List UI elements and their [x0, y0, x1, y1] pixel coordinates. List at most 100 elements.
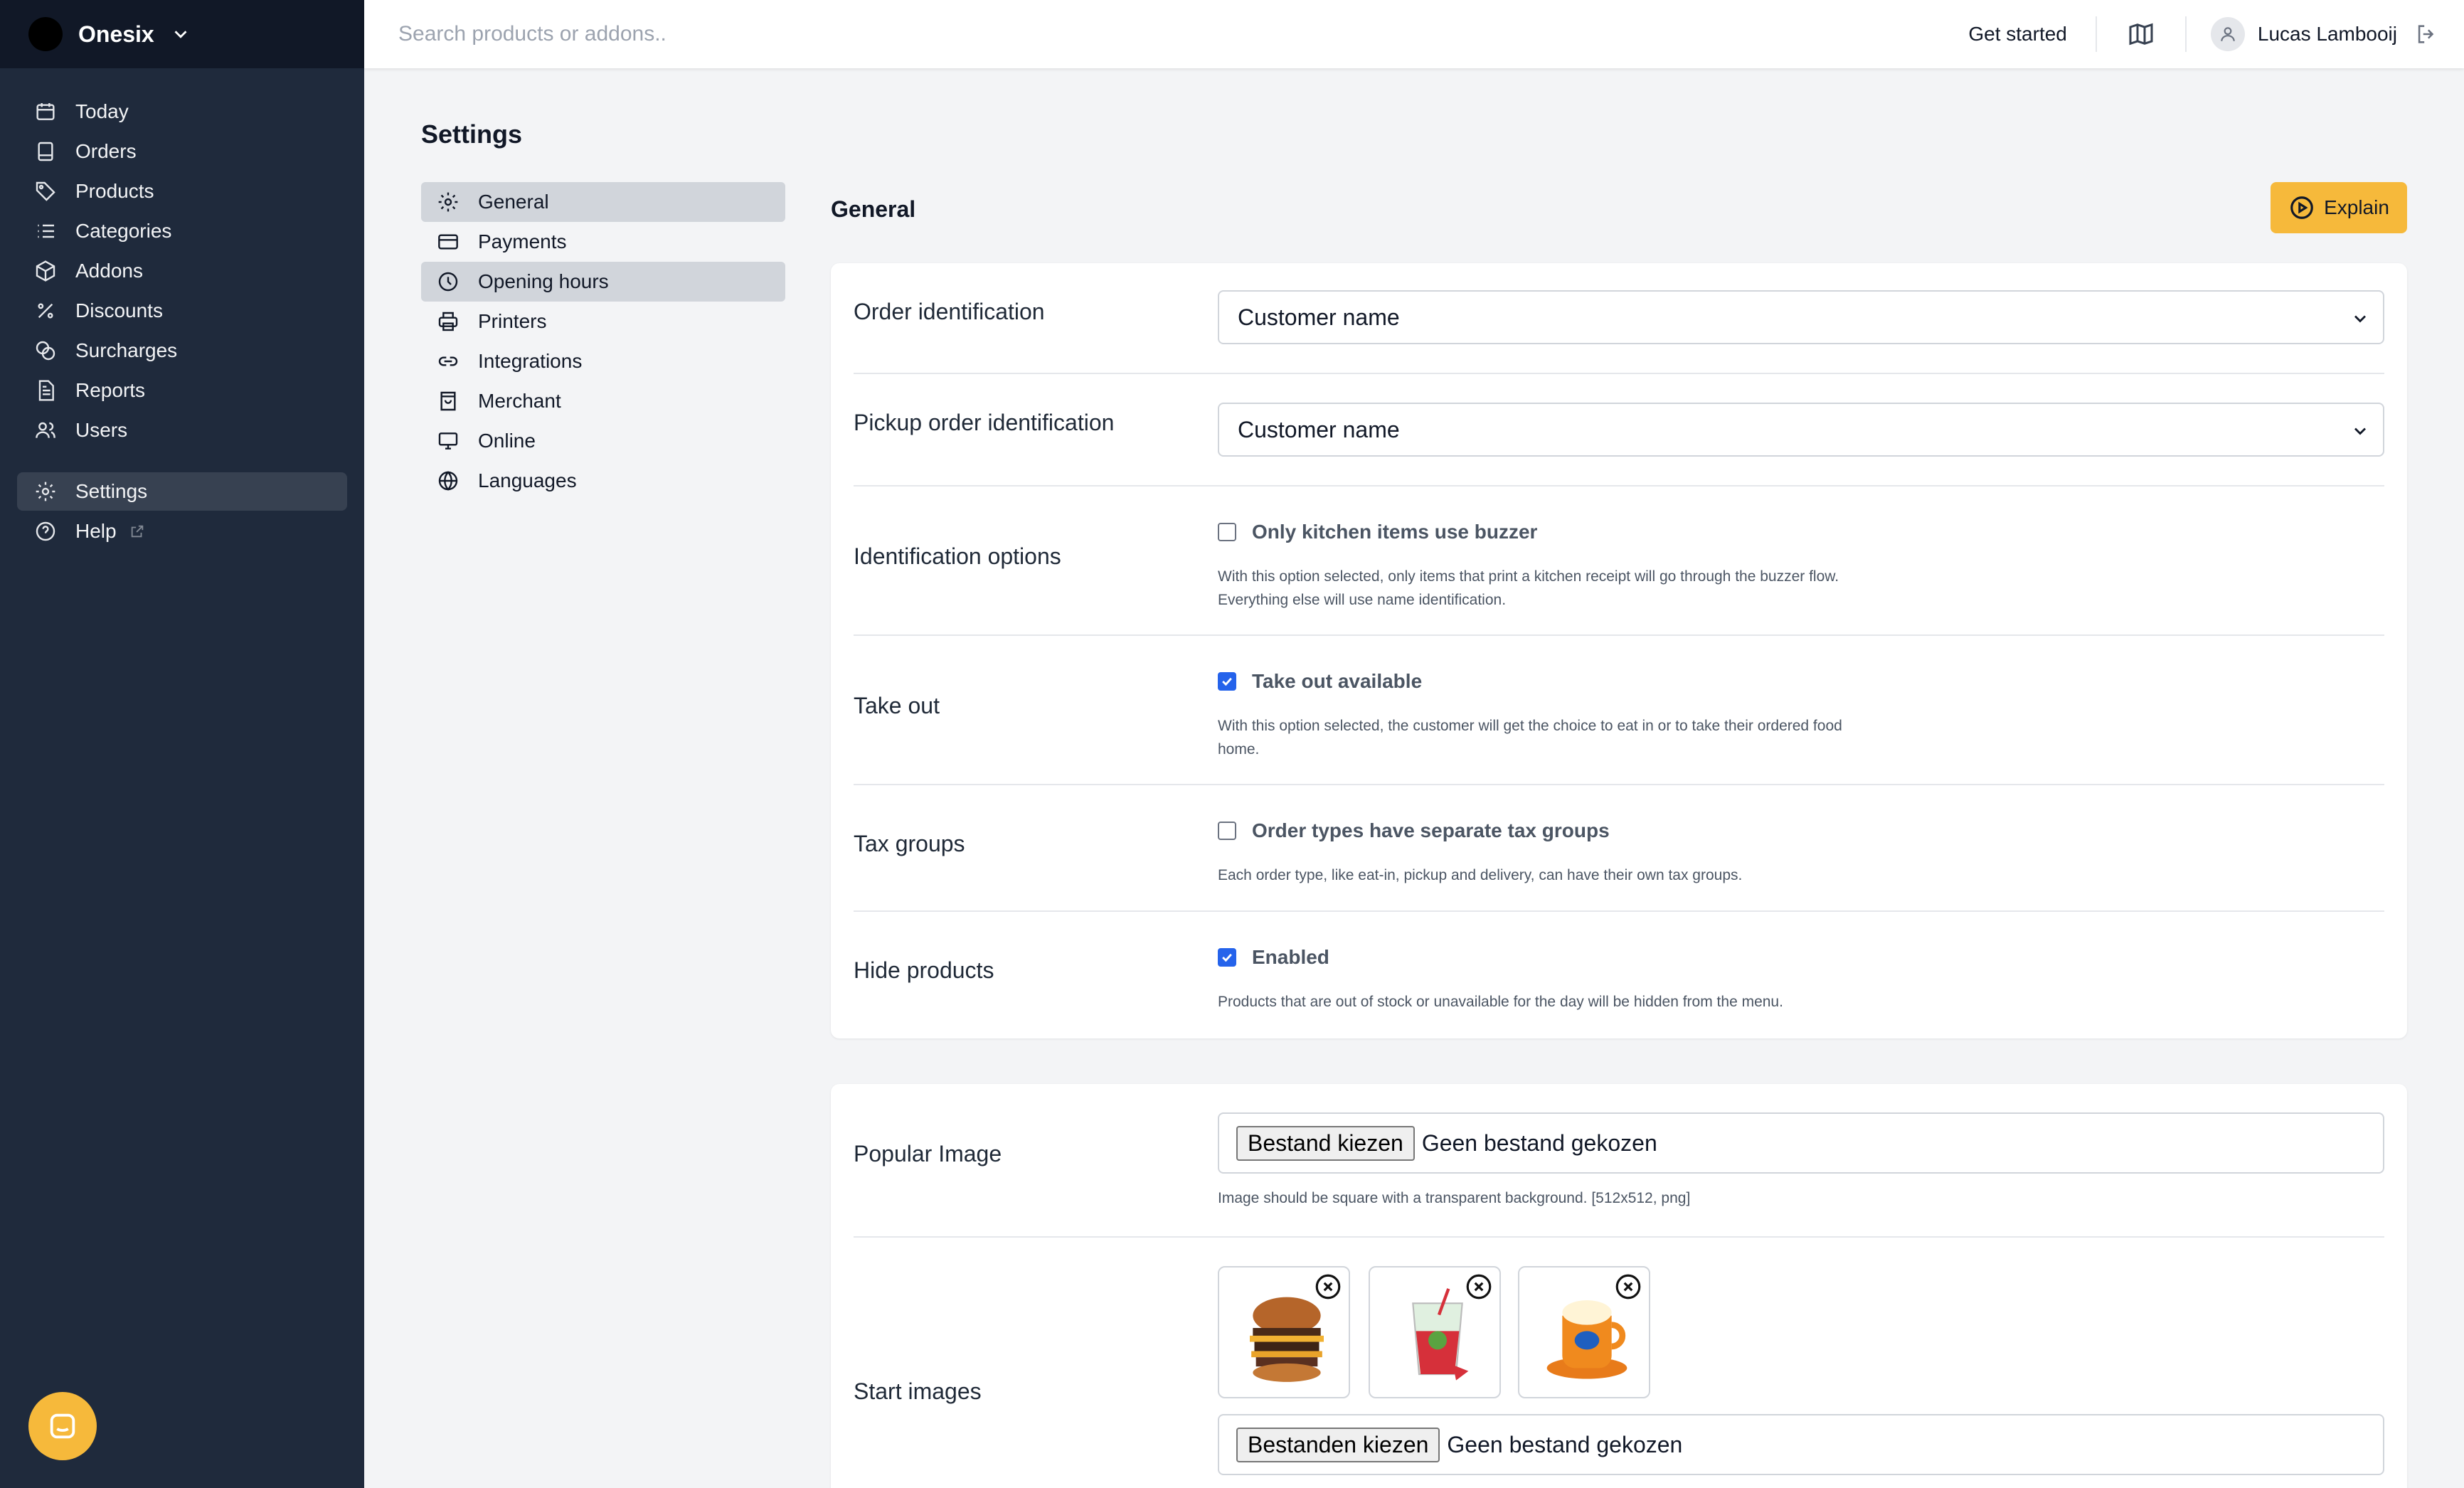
settings-subnav: General Payments Opening hours Printers …: [421, 182, 785, 501]
tab-opening-hours[interactable]: Opening hours: [421, 262, 785, 302]
take-out-checkbox[interactable]: [1218, 672, 1236, 691]
order-identification-row: Order identification Customer name: [854, 263, 2384, 374]
identification-options-row: Identification options Only kitchen item…: [854, 487, 2384, 636]
select-value: Customer name: [1238, 416, 1400, 442]
sidebar-item-label: Reports: [75, 379, 146, 401]
help-text: Each order type, like eat-in, pickup and…: [1218, 867, 1743, 883]
sidebar-item-users[interactable]: Users: [17, 411, 347, 450]
mug-image-thumbnail: [1518, 1266, 1650, 1398]
tab-languages[interactable]: Languages: [421, 461, 785, 501]
sidebar-item-label: Users: [75, 419, 128, 441]
subnav-item-label: Payments: [478, 230, 567, 253]
explain-button[interactable]: Explain: [2271, 182, 2407, 233]
identification-options-label: Identification options: [854, 543, 1061, 569]
tab-general[interactable]: General: [421, 182, 785, 222]
sidebar-item-discounts[interactable]: Discounts: [17, 292, 347, 330]
percent-icon: [38, 303, 53, 319]
popular-image-file-input[interactable]: Bestand kiezen Geen bestand gekozen: [1218, 1112, 2384, 1174]
subnav-item-label: Opening hours: [478, 270, 609, 292]
tab-integrations[interactable]: Integrations: [421, 341, 785, 381]
sidebar-item-label: Discounts: [75, 299, 163, 321]
sidebar-item-reports[interactable]: Reports: [17, 371, 347, 410]
remove-image-icon[interactable]: [1613, 1272, 1643, 1302]
tab-printers[interactable]: Printers: [421, 302, 785, 341]
images-settings-card: Popular Image Bestand kiezen Geen bestan…: [831, 1084, 2407, 1488]
chevron-down-icon: [2354, 427, 2366, 435]
sidebar-item-orders[interactable]: Orders: [17, 132, 347, 171]
hide-products-checkbox-row[interactable]: Enabled: [1218, 946, 1329, 969]
calendar-icon: [36, 103, 55, 120]
checkbox-label: Enabled: [1252, 946, 1329, 968]
list-icon: [38, 224, 54, 238]
link-icon: [438, 356, 458, 366]
users-icon: [36, 422, 55, 438]
hide-products-checkbox[interactable]: [1218, 948, 1236, 967]
divider: [2095, 16, 2097, 52]
gear-icon: [438, 192, 458, 212]
user-name[interactable]: Lucas Lambooij: [2258, 23, 2397, 46]
sidebar-item-help[interactable]: Help: [17, 512, 347, 551]
search-input[interactable]: [364, 0, 1969, 68]
sidebar-item-label: Orders: [75, 140, 137, 162]
burger-image: [1250, 1297, 1324, 1382]
start-images-file-input[interactable]: Bestanden kiezen Geen bestand gekozen: [1218, 1414, 2384, 1475]
remove-image-icon[interactable]: [1464, 1272, 1494, 1302]
avatar[interactable]: [2210, 17, 2245, 51]
drink-image: [1412, 1288, 1469, 1381]
select-value: Customer name: [1238, 304, 1400, 330]
start-images-row: Start images Bestanden kiezen Geen besta…: [854, 1238, 2384, 1488]
tax-groups-label: Tax groups: [854, 831, 965, 856]
sidebar-item-surcharges[interactable]: Surcharges: [17, 331, 347, 370]
checkbox-label: Order types have separate tax groups: [1252, 819, 1610, 841]
chevron-down-icon: [174, 31, 187, 38]
remove-image-icon[interactable]: [1313, 1272, 1343, 1302]
mug-image: [1546, 1300, 1627, 1379]
monitor-icon: [438, 432, 458, 450]
sidebar-item-addons[interactable]: Addons: [17, 252, 347, 290]
file-status: Geen bestand gekozen: [1447, 1431, 1683, 1457]
receipt-icon: [38, 142, 53, 161]
checkbox-label: Only kitchen items use buzzer: [1252, 521, 1538, 543]
tax-groups-checkbox[interactable]: [1218, 822, 1236, 840]
globe-icon: [438, 471, 458, 491]
tab-payments[interactable]: Payments: [421, 222, 785, 262]
take-out-row: Take out Take out available With this op…: [854, 636, 2384, 785]
tab-merchant[interactable]: Merchant: [421, 381, 785, 421]
checkbox-label: Take out available: [1252, 670, 1423, 692]
map-icon[interactable]: [2127, 20, 2155, 48]
buzzer-checkbox[interactable]: [1218, 523, 1236, 541]
logout-icon[interactable]: [2414, 22, 2438, 46]
get-started-link[interactable]: Get started: [1968, 23, 2067, 46]
burger-image-thumbnail: [1218, 1266, 1350, 1398]
sidebar-item-label: Settings: [75, 480, 148, 502]
sidebar-item-products[interactable]: Products: [17, 172, 347, 211]
choose-file-button[interactable]: Bestand kiezen: [1236, 1125, 1415, 1161]
external-link-icon: [131, 525, 143, 538]
choose-files-button[interactable]: Bestanden kiezen: [1236, 1427, 1440, 1462]
sidebar-item-label: Help: [75, 520, 117, 542]
start-images-thumbnails: [1218, 1266, 1716, 1398]
brand-switcher[interactable]: Onesix: [0, 0, 364, 68]
sidebar-item-label: Addons: [75, 260, 143, 282]
tab-online[interactable]: Online: [421, 421, 785, 461]
take-out-label: Take out: [854, 693, 940, 718]
chat-launcher-button[interactable]: [28, 1392, 97, 1460]
buzzer-checkbox-row[interactable]: Only kitchen items use buzzer: [1218, 521, 1537, 543]
sidebar-item-settings[interactable]: Settings: [17, 472, 347, 511]
help-text: With this option selected, the customer …: [1218, 718, 1842, 758]
explain-label: Explain: [2324, 196, 2389, 218]
sidebar-item-label: Today: [75, 100, 129, 122]
sidebar: Onesix Today Orders Products Categories …: [0, 0, 364, 1488]
popular-image-label: Popular Image: [854, 1141, 1002, 1167]
tax-groups-checkbox-row[interactable]: Order types have separate tax groups: [1218, 819, 1610, 842]
popular-image-row: Popular Image Bestand kiezen Geen bestan…: [854, 1084, 2384, 1238]
topbar: Get started Lucas Lambooij: [364, 0, 2464, 68]
sidebar-item-categories[interactable]: Categories: [17, 212, 347, 250]
subnav-item-label: Online: [478, 430, 536, 452]
order-identification-select[interactable]: Customer name: [1218, 290, 2384, 344]
divider: [2184, 16, 2187, 52]
pickup-identification-select[interactable]: Customer name: [1218, 403, 2384, 457]
sidebar-item-today[interactable]: Today: [17, 92, 347, 131]
take-out-checkbox-row[interactable]: Take out available: [1218, 670, 1422, 693]
start-images-label: Start images: [854, 1378, 982, 1404]
